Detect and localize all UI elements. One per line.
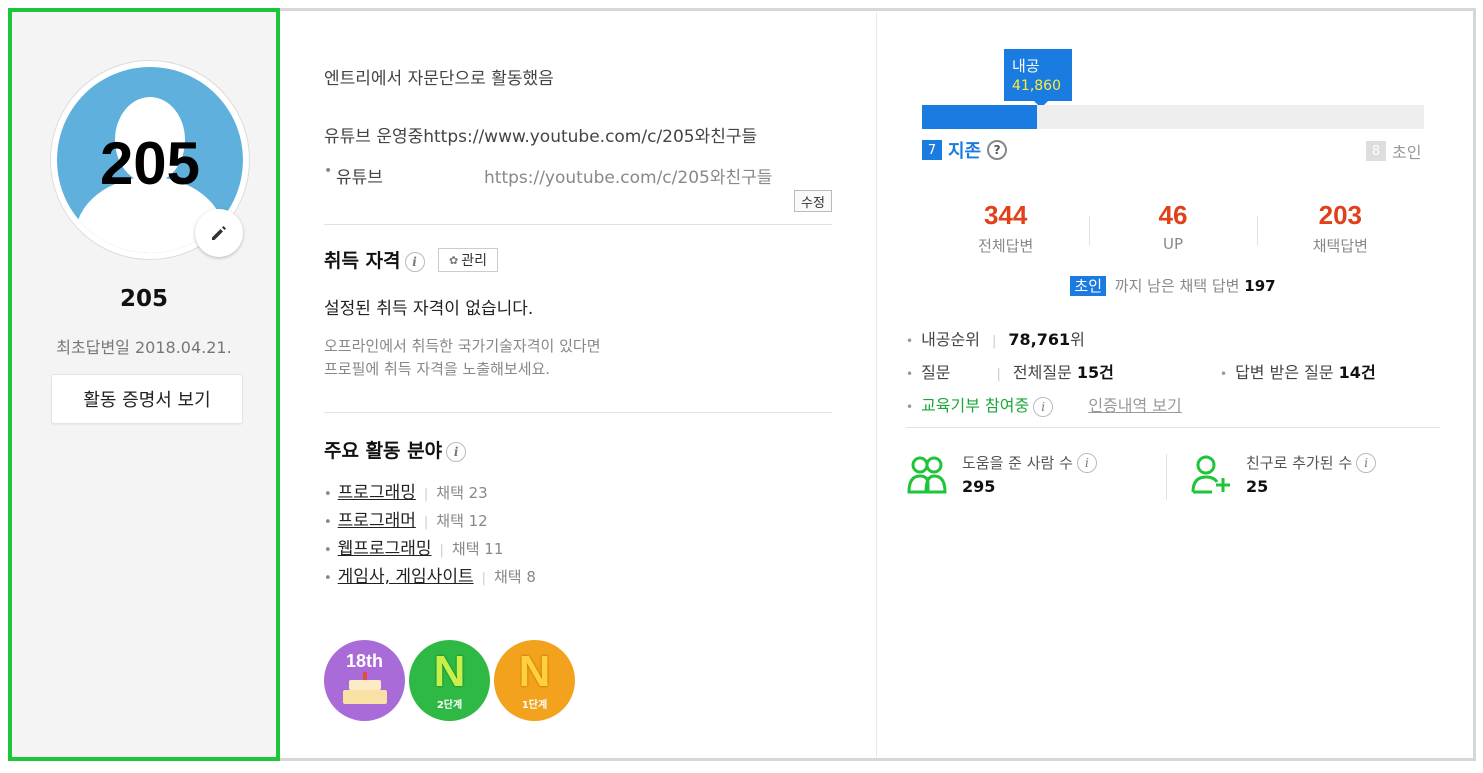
certification-link[interactable]: 인증내역 보기 — [1088, 396, 1181, 415]
avatar[interactable]: 205 — [50, 60, 250, 260]
stat-up[interactable]: 46 UP — [1089, 200, 1256, 260]
profile-card: 205 205 최초답변일 2018.04.21. 활동 증명서 보기 엔트리에… — [0, 0, 1483, 773]
field-link[interactable]: 프로그래밍 — [338, 483, 416, 503]
avatar-text: 205 — [99, 130, 201, 197]
divider — [324, 412, 832, 413]
help-icon[interactable]: ? — [987, 140, 1008, 160]
pencil-icon — [212, 226, 226, 240]
field-link[interactable]: 웹프로그래밍 — [338, 539, 432, 559]
column-divider — [876, 12, 877, 757]
stat-selected-answers[interactable]: 203 채택답변 — [1256, 200, 1424, 260]
divider — [1166, 454, 1167, 500]
gear-icon: ✿ — [449, 253, 459, 267]
helped-people: 도움을 준 사람 수i 295 — [906, 452, 1097, 496]
manage-button[interactable]: ✿ 관리 — [438, 248, 498, 272]
next-level: 8 초인 — [1366, 139, 1421, 163]
edit-avatar-button[interactable] — [195, 209, 243, 257]
info-icon[interactable]: i — [1356, 452, 1377, 473]
intro-line: 엔트리에서 자문단으로 활동했음 — [324, 69, 554, 89]
info-icon[interactable]: i — [446, 441, 467, 462]
n-icon: N — [433, 647, 466, 696]
youtube-url[interactable]: https://youtube.com/c/205와친구들 — [484, 163, 772, 188]
anniversary-badge[interactable]: 18th — [324, 640, 405, 721]
stat-total-answers[interactable]: 344 전체답변 — [922, 200, 1089, 260]
education-status: 교육기부 참여중 — [921, 396, 1030, 415]
info-icon[interactable]: i — [404, 251, 425, 272]
points-bubble: 내공 41,860 — [1004, 49, 1072, 108]
answer-stats: 344 전체답변 46 UP 203 채택답변 — [922, 200, 1424, 260]
field-list: • 프로그래밍 | 채택 23 • 프로그래머 | 채택 12 • 웹프로그래밍 | 채택 11 … — [324, 478, 536, 590]
list-item: • 프로그래머 | 채택 12 — [324, 511, 488, 531]
n-icon: N — [518, 647, 551, 696]
remaining-answers: 초인 까지 남은 채택 답변 197 — [922, 275, 1424, 296]
level-badge[interactable]: N 2단계 — [409, 640, 490, 721]
current-level: 7 지존 ? — [922, 137, 1008, 163]
cake-icon — [342, 672, 387, 704]
qualification-title: 취득 자격 i — [324, 246, 425, 273]
rank-row: • 내공순위 | 78,761위 — [906, 330, 1085, 349]
level-badge[interactable]: N 1단계 — [494, 640, 575, 721]
fields-title: 주요 활동 분야 i — [324, 436, 467, 463]
intro-line: 유튜브 운영중https://www.youtube.com/c/205와친구들 — [324, 127, 758, 147]
info-icon[interactable]: i — [1033, 396, 1054, 417]
list-item: • 게임사, 게임사이트 | 채택 8 — [324, 567, 536, 587]
answered-questions-row: • 답변 받은 질문 14건 — [1220, 363, 1376, 382]
nickname: 205 — [119, 286, 168, 312]
field-link[interactable]: 게임사, 게임사이트 — [338, 567, 474, 587]
people-icon — [907, 456, 947, 494]
info-icon[interactable]: i — [1076, 452, 1097, 473]
field-link[interactable]: 프로그래머 — [338, 511, 416, 531]
activity-certificate-button[interactable]: 활동 증명서 보기 — [51, 374, 243, 424]
divider — [324, 224, 832, 225]
list-item: • 프로그래밍 | 채택 23 — [324, 483, 488, 503]
qualification-hint: 오프라인에서 취득한 국가기술자격이 있다면 프로필에 취득 자격을 노출해보세… — [324, 337, 601, 378]
level-progress-fill — [922, 105, 1038, 129]
list-item: • 웹프로그래밍 | 채택 11 — [324, 539, 504, 559]
first-answer-date: 최초답변일 2018.04.21. — [56, 338, 232, 357]
modify-button[interactable]: 수정 — [794, 190, 832, 212]
badge-list: 18th N 2단계 N 1단계 — [324, 640, 575, 721]
level-progress-bar — [922, 105, 1424, 129]
questions-row: • 질문 | 전체질문 15건 — [906, 363, 1114, 382]
youtube-label: 유튜브 — [336, 168, 383, 188]
divider — [906, 427, 1440, 428]
qualification-empty: 설정된 취득 자격이 없습니다. — [324, 299, 534, 319]
add-friend-icon — [1191, 455, 1230, 494]
education-row: • 교육기부 참여중 i 인증내역 보기 — [906, 396, 1182, 417]
profile-sidebar: 205 205 최초답변일 2018.04.21. 활동 증명서 보기 — [8, 8, 280, 761]
friends-count: 친구로 추가된 수i 25 — [1190, 452, 1377, 496]
